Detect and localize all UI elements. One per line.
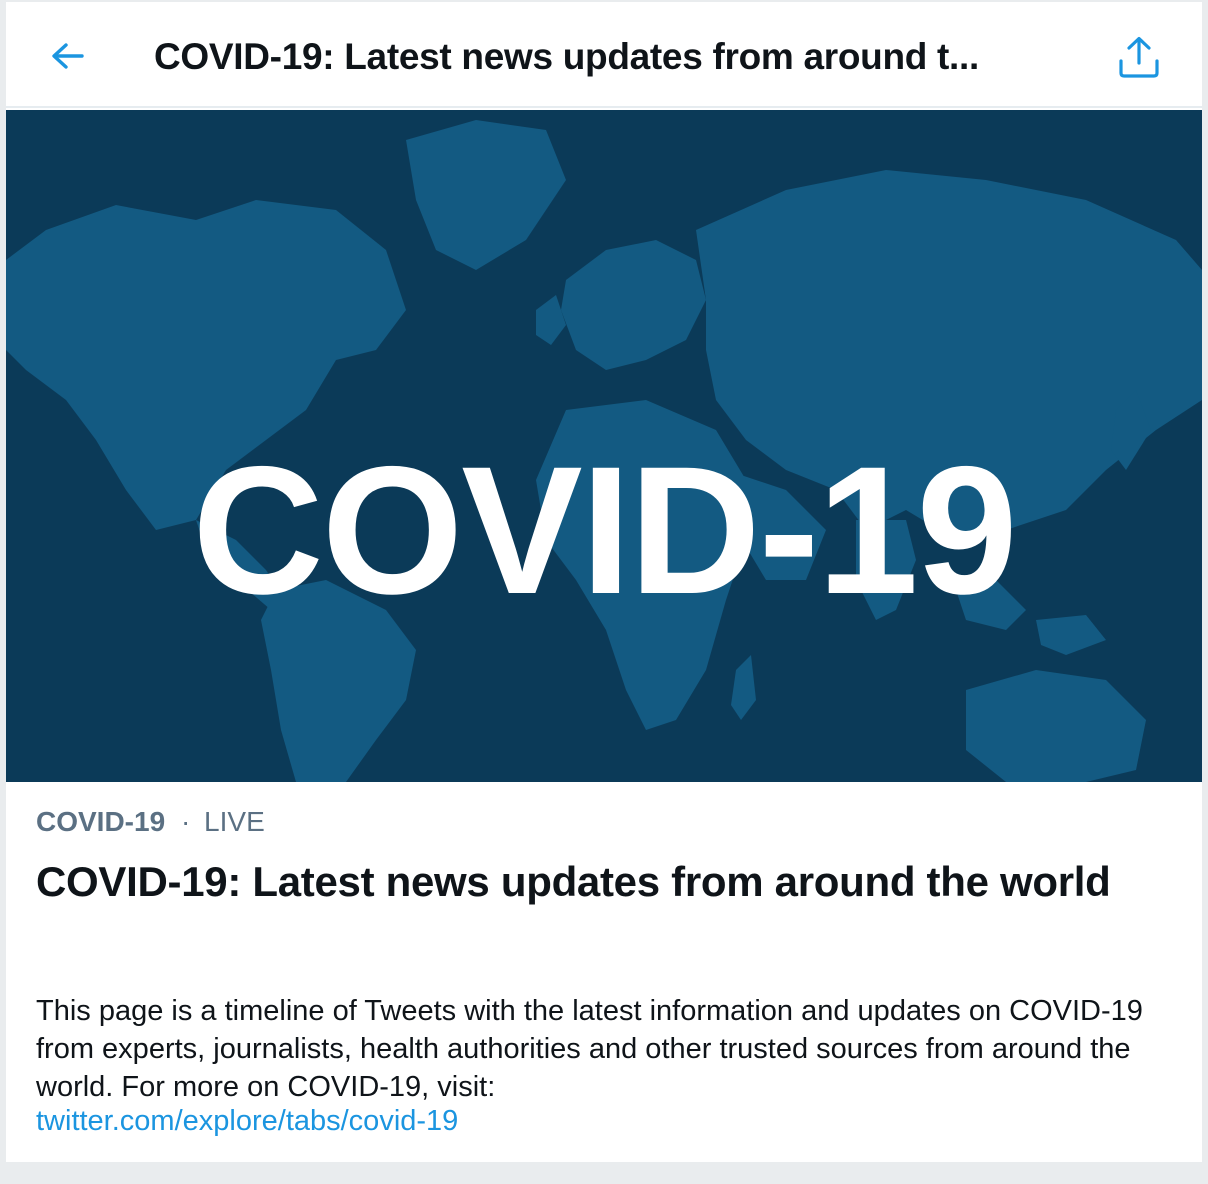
hero-image: COVID-19 bbox=[6, 110, 1202, 782]
share-button[interactable] bbox=[1114, 32, 1164, 82]
header-title: COVID-19: Latest news updates from aroun… bbox=[154, 36, 979, 77]
back-button[interactable] bbox=[44, 32, 92, 80]
top-header: COVID-19: Latest news updates from aroun… bbox=[6, 2, 1202, 108]
event-title: COVID-19: Latest news updates from aroun… bbox=[36, 858, 1111, 905]
event-meta: COVID-19 · LIVE bbox=[36, 806, 265, 838]
live-status: LIVE bbox=[204, 806, 265, 837]
event-description: This page is a timeline of Tweets with t… bbox=[36, 995, 1143, 1103]
event-category: COVID-19 bbox=[36, 806, 166, 837]
covid-tab-link[interactable]: twitter.com/explore/tabs/covid-19 bbox=[36, 1105, 458, 1138]
share-icon bbox=[1119, 36, 1159, 78]
arrow-left-icon bbox=[52, 43, 84, 69]
hero-title: COVID-19 bbox=[192, 428, 1017, 632]
meta-separator: · bbox=[180, 806, 191, 837]
bottom-divider bbox=[6, 1162, 1202, 1184]
